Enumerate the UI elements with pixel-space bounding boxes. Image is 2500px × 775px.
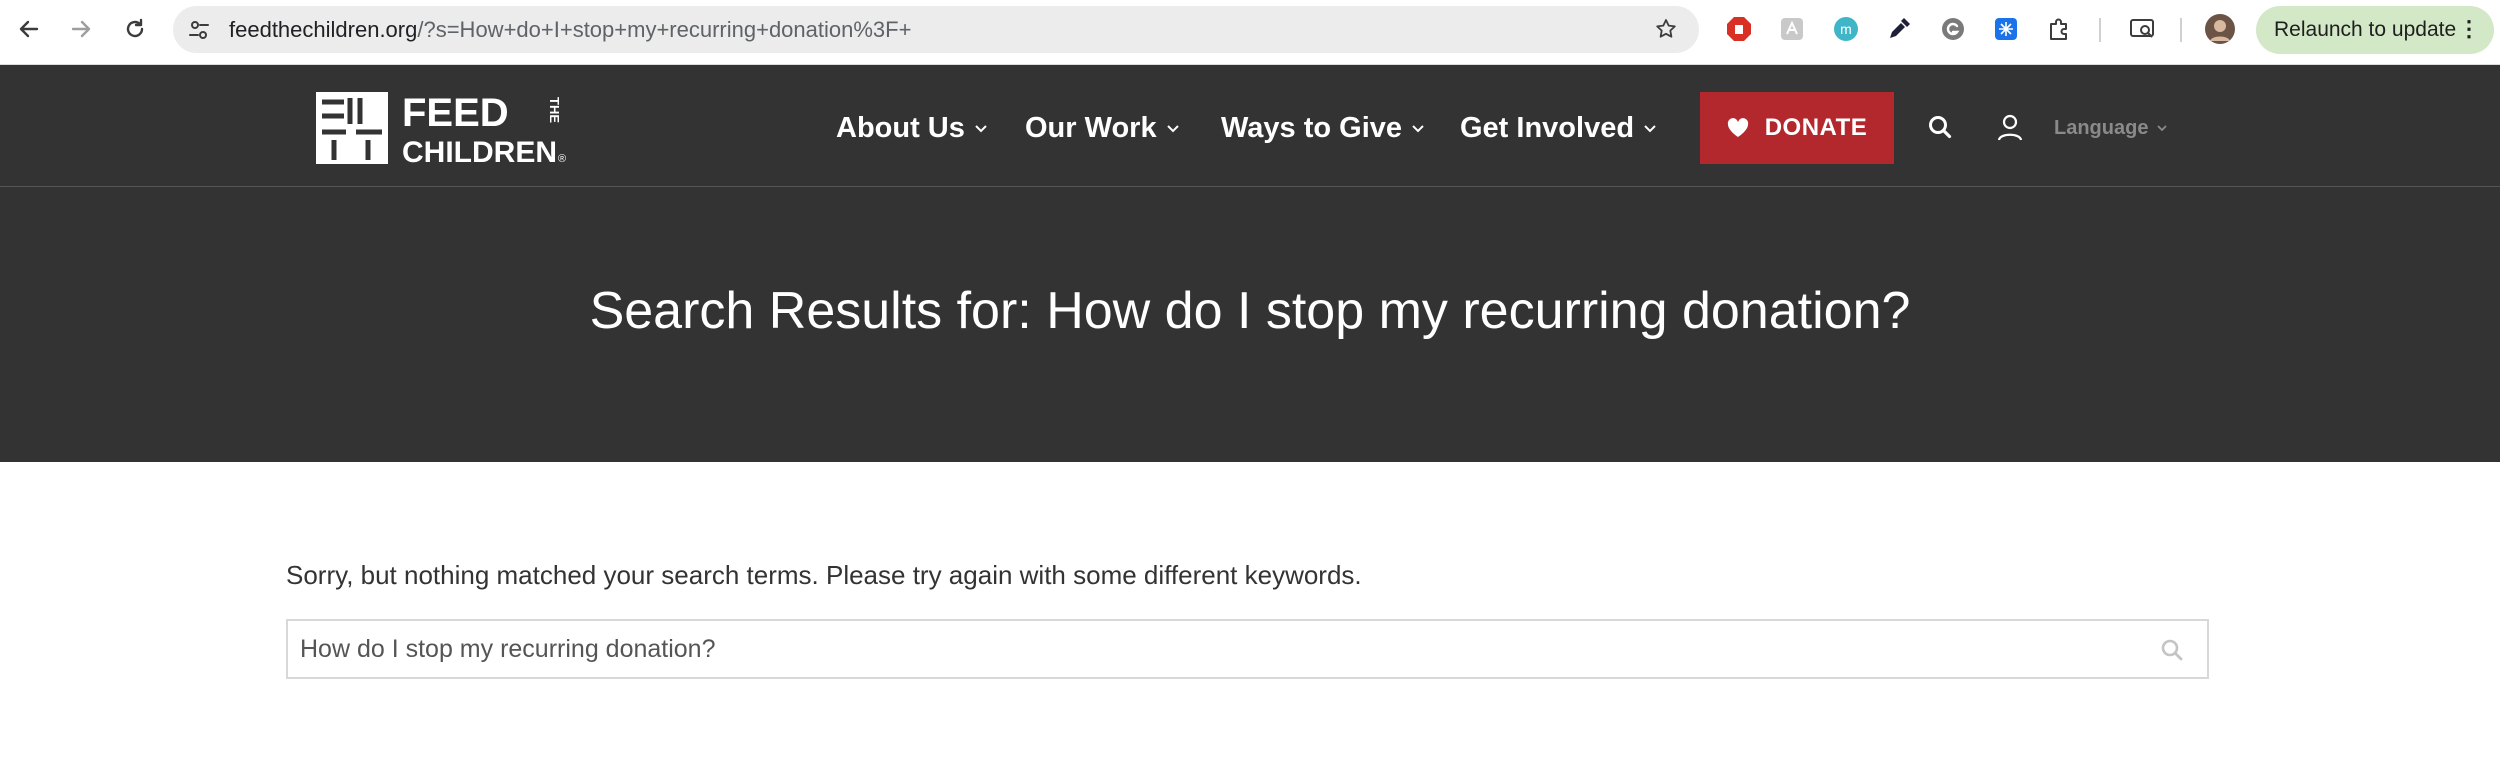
nav-our-work[interactable]: Our Work: [1025, 112, 1181, 144]
forward-button[interactable]: [66, 14, 96, 44]
search-form: [286, 619, 2209, 679]
search-submit-icon[interactable]: [2159, 637, 2185, 663]
translate-extension-icon[interactable]: [1777, 14, 1807, 44]
more-menu-icon[interactable]: ⋮: [2458, 18, 2480, 40]
forward-arrow-icon: [71, 20, 91, 38]
nav-about-us[interactable]: About Us: [836, 112, 989, 144]
logo-registered-mark: ®: [558, 153, 566, 164]
language-label: Language: [2054, 117, 2149, 139]
bookmark-star-icon[interactable]: [1653, 16, 1679, 42]
tab-search-icon[interactable]: [2128, 14, 2158, 44]
account-user-icon[interactable]: [1994, 111, 2026, 143]
extensions-puzzle-icon[interactable]: [2044, 14, 2074, 44]
nav-ways-to-give-label: Ways to Give: [1221, 111, 1403, 144]
m-extension-label: m: [1840, 21, 1852, 37]
search-results-hero: Search Results for: How do I stop my rec…: [0, 187, 2500, 462]
page-title: Search Results for: How do I stop my rec…: [589, 282, 1911, 340]
logo-feed-text: FEED: [402, 92, 509, 135]
url-text[interactable]: feedthechildren.org/?s=How+do+I+stop+my+…: [229, 18, 911, 42]
donate-button[interactable]: DONATE: [1700, 92, 1894, 164]
no-results-message: Sorry, but nothing matched your search t…: [286, 560, 1362, 590]
nav-get-involved-label: Get Involved: [1460, 111, 1635, 144]
nav-our-work-label: Our Work: [1025, 111, 1157, 144]
url-path: /?s=How+do+I+stop+my+recurring+donation%…: [417, 17, 912, 42]
relaunch-label: Relaunch to update: [2274, 18, 2457, 41]
logo-mark-icon: FEED CHILDREN THE ®: [316, 91, 566, 169]
toolbar-divider: [2099, 18, 2101, 42]
toolbar-divider: [2180, 18, 2182, 42]
blue-square-extension-icon[interactable]: [1991, 14, 2021, 44]
feed-the-children-logo[interactable]: FEED CHILDREN THE ®: [316, 91, 572, 169]
chevron-down-icon: [1644, 125, 1656, 133]
url-host: feedthechildren.org: [229, 17, 418, 42]
browser-toolbar: feedthechildren.org/?s=How+do+I+stop+my+…: [0, 0, 2500, 65]
eyedropper-extension-icon[interactable]: [1884, 14, 1914, 44]
search-input[interactable]: [300, 621, 2120, 677]
logo-children-text: CHILDREN: [402, 136, 557, 164]
chevron-down-icon: [1166, 125, 1179, 133]
site-info-icon[interactable]: [187, 18, 211, 42]
site-header: FEED CHILDREN THE ® About Us Our Work Wa…: [0, 65, 2500, 187]
chevron-down-icon: [1412, 125, 1424, 133]
chevron-down-icon: [975, 125, 987, 133]
nav-ways-to-give[interactable]: Ways to Give: [1221, 112, 1426, 144]
donate-label: DONATE: [1764, 114, 1868, 141]
logo-the-text: THE: [547, 97, 562, 123]
address-bar[interactable]: feedthechildren.org/?s=How+do+I+stop+my+…: [173, 6, 1699, 53]
adblock-extension-icon[interactable]: [1724, 14, 1754, 44]
nav-get-involved[interactable]: Get Involved: [1460, 112, 1658, 144]
language-selector[interactable]: Language: [2054, 117, 2168, 140]
relaunch-to-update-button[interactable]: Relaunch to update ⋮: [2256, 6, 2494, 54]
search-icon[interactable]: [1924, 111, 1956, 143]
grammarly-extension-icon[interactable]: [1938, 14, 1968, 44]
chevron-down-icon: [2157, 125, 2167, 132]
m-extension-icon[interactable]: m: [1831, 14, 1861, 44]
back-arrow-icon: [19, 20, 39, 38]
heart-icon: [1727, 118, 1748, 137]
reload-button[interactable]: [120, 14, 150, 44]
nav-about-us-label: About Us: [836, 111, 965, 144]
back-button[interactable]: [14, 14, 44, 44]
profile-avatar[interactable]: [2205, 14, 2235, 44]
reload-icon: [126, 18, 144, 38]
